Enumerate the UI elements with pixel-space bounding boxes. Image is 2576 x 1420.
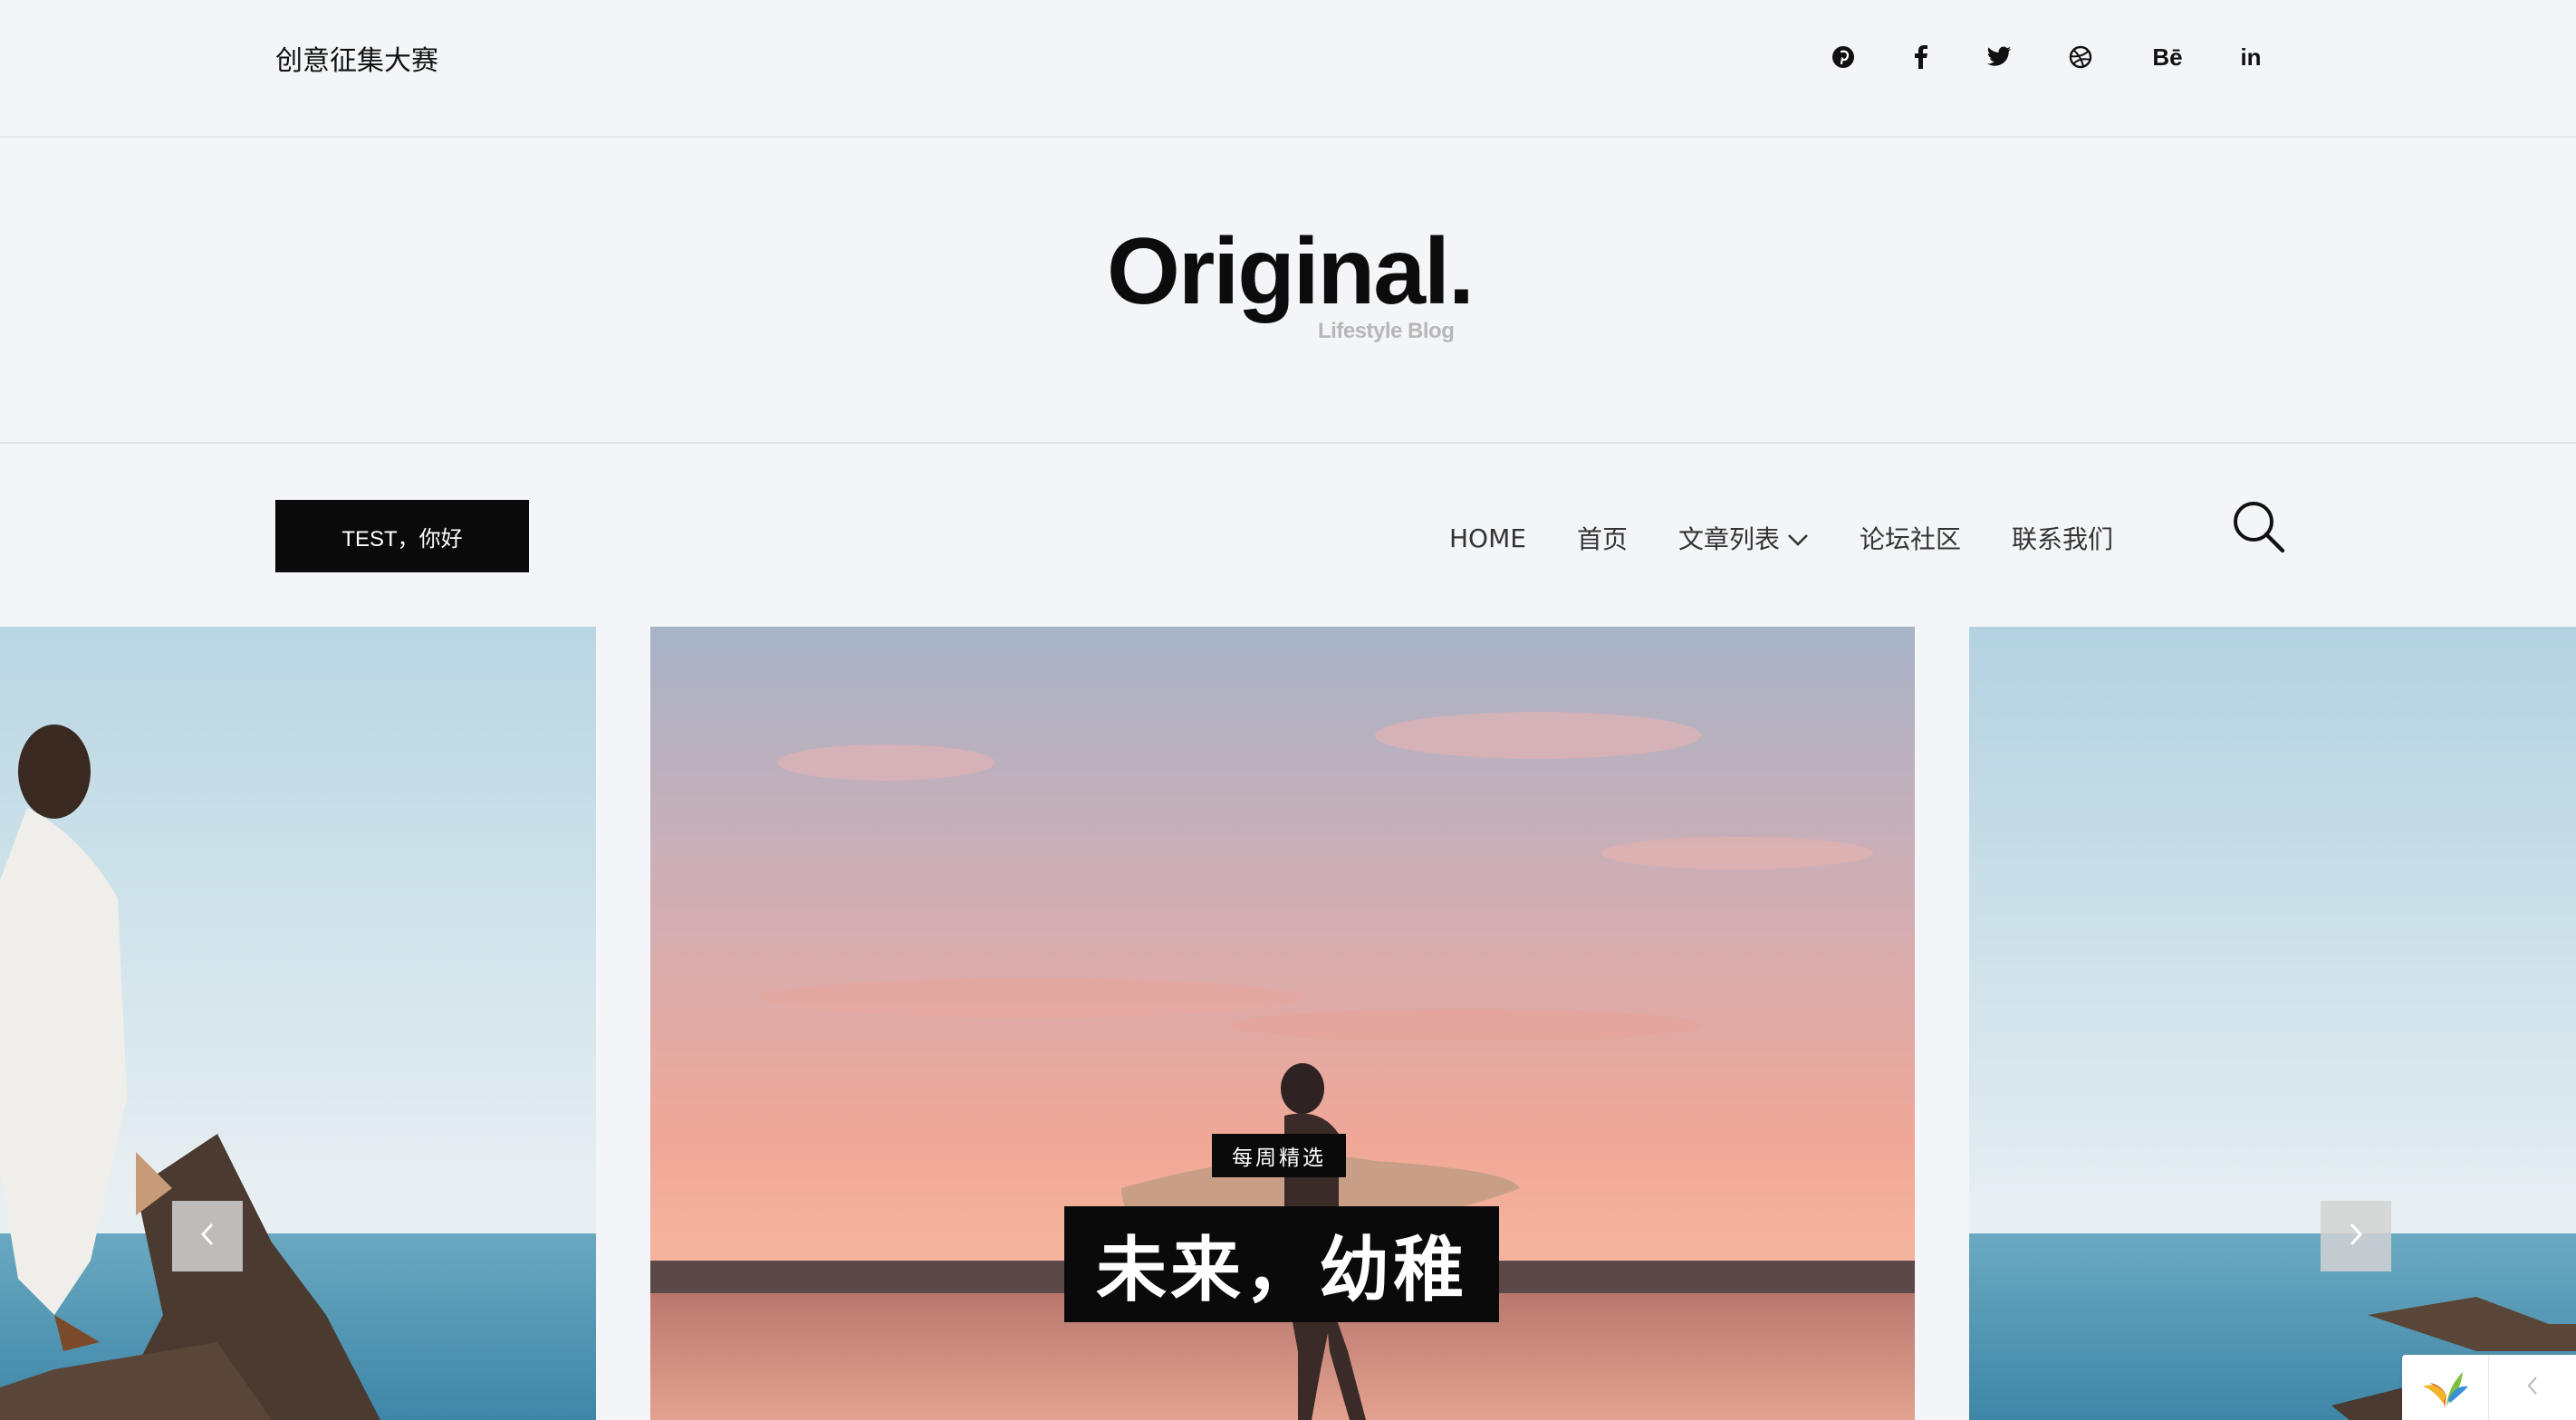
search-icon[interactable] — [2230, 498, 2286, 554]
site-logo[interactable]: Original. — [1107, 225, 1475, 319]
chevron-right-icon — [2346, 1221, 2366, 1252]
top-bar: 创意征集大赛 Bē in — [0, 0, 2576, 138]
category-badge[interactable]: 每周精选 — [1212, 1134, 1346, 1177]
site-tagline: Lifestyle Blog — [1318, 319, 1455, 343]
site-name-link[interactable]: 创意征集大赛 — [275, 38, 438, 78]
corner-widget — [2402, 1355, 2576, 1420]
nav-item-homepage[interactable]: 首页 — [1577, 520, 1628, 556]
dribbble-icon[interactable] — [2058, 34, 2103, 80]
chevron-left-icon — [197, 1221, 217, 1252]
main-navigation: TEST，你好 HOME 首页 文章列表 论坛社区 联系我们 — [0, 444, 2576, 627]
featured-slider: 每周精选 未来，幼稚 — [0, 627, 2576, 1420]
test-button[interactable]: TEST，你好 — [275, 500, 529, 572]
slide-title[interactable]: 未来，幼稚 — [1064, 1206, 1499, 1322]
nav-item-forum[interactable]: 论坛社区 — [1860, 520, 1961, 556]
slide-image-left[interactable] — [0, 627, 596, 1420]
nav-item-articles-label: 文章列表 — [1677, 524, 1780, 554]
chevron-left-icon — [2525, 1374, 2540, 1401]
nav-item-contact[interactable]: 联系我们 — [2012, 520, 2113, 556]
nav-item-articles[interactable]: 文章列表 — [1678, 520, 1809, 556]
slider-next-button[interactable] — [2321, 1201, 2391, 1271]
nav-item-home[interactable]: HOME — [1449, 523, 1526, 553]
slide-image-right[interactable] — [1969, 627, 2576, 1420]
chevron-down-icon — [1787, 523, 1809, 553]
linkedin-icon[interactable]: in — [2228, 34, 2273, 80]
page: 创意征集大赛 Bē in Original. Lifestyle Blog TE… — [0, 0, 2576, 1420]
logo-band: Original. Lifestyle Blog — [0, 138, 2576, 444]
nav-links: HOME 首页 文章列表 论坛社区 联系我们 — [1449, 511, 2164, 565]
facebook-icon[interactable] — [1898, 34, 1944, 80]
widget-logo-icon[interactable] — [2402, 1355, 2489, 1420]
widget-collapse-button[interactable] — [2489, 1355, 2576, 1420]
slider-prev-button[interactable] — [172, 1201, 243, 1271]
pinterest-icon[interactable] — [1821, 34, 1866, 80]
behance-icon[interactable]: Bē — [2145, 34, 2190, 80]
twitter-icon[interactable] — [1976, 34, 2022, 80]
